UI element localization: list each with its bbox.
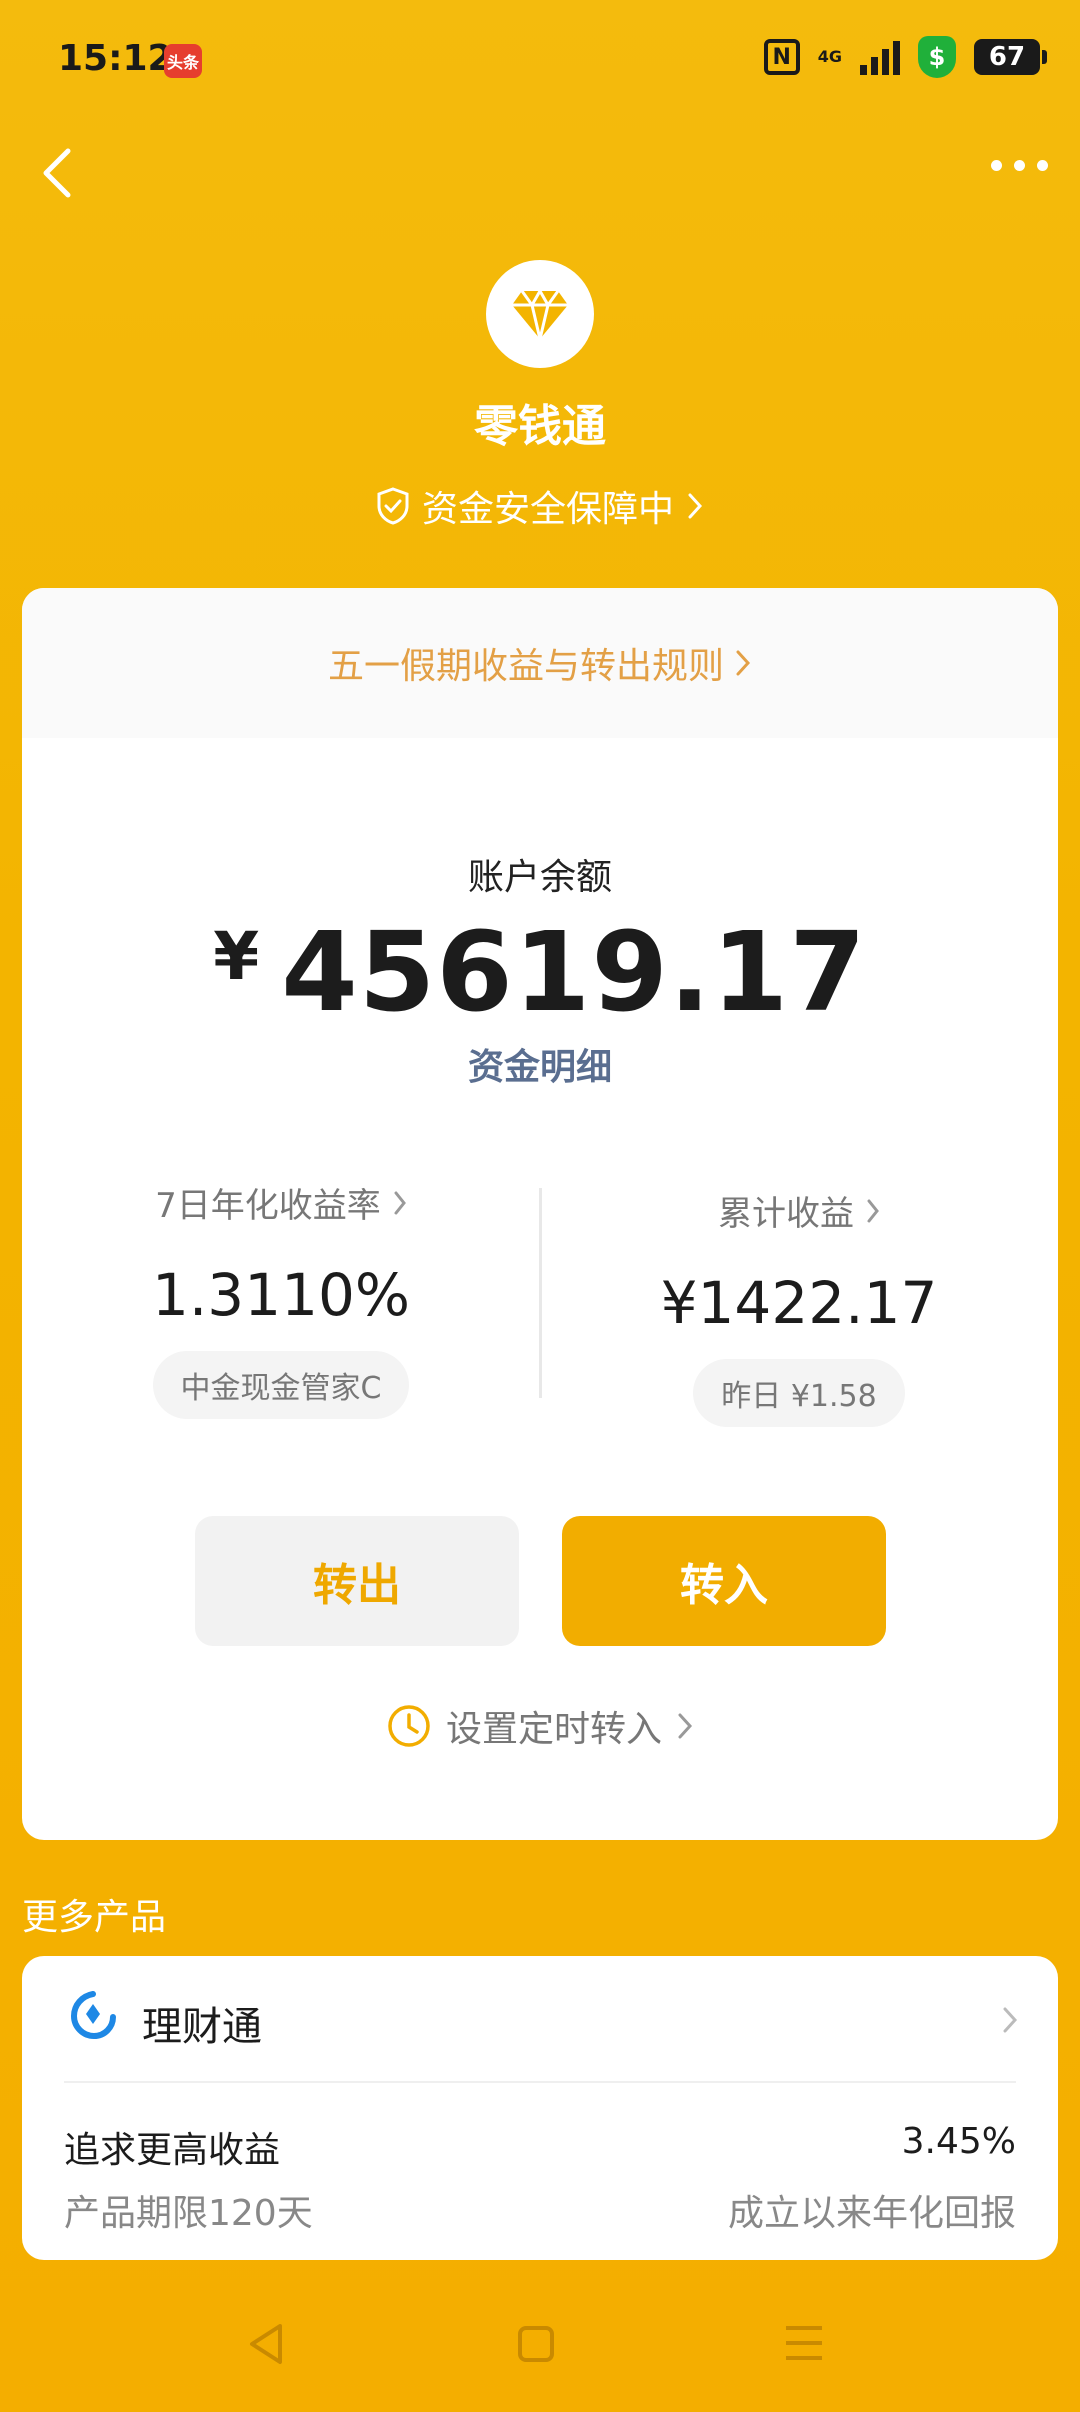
yield-label-link[interactable]: 7日年化收益率 xyxy=(22,1178,540,1227)
security-shield-icon: $ xyxy=(918,36,956,78)
clock-icon xyxy=(388,1705,430,1747)
income-stat: 累计收益 ¥1422.17 昨日 ¥1.58 xyxy=(540,1186,1058,1427)
yesterday-income-chip: 昨日 ¥1.58 xyxy=(693,1359,905,1427)
chevron-right-icon xyxy=(688,493,703,519)
schedule-text: 设置定时转入 xyxy=(445,1709,662,1750)
nav-home-icon[interactable] xyxy=(518,2326,554,2362)
nav-menu-icon[interactable] xyxy=(786,2326,822,2371)
holiday-rules-banner[interactable]: 五一假期收益与转出规则 xyxy=(22,588,1058,738)
status-icons: N 4G $ 67 xyxy=(763,36,1047,78)
currency-symbol: ¥ xyxy=(213,918,260,995)
chevron-right-icon xyxy=(394,1191,406,1214)
battery-icon: 67 xyxy=(974,39,1047,75)
network-type-label: 4G xyxy=(817,47,842,66)
income-label: 累计收益 xyxy=(718,1194,854,1234)
scheduled-transfer-link[interactable]: 设置定时转入 xyxy=(22,1700,1058,1752)
product-term: 产品期限120天 xyxy=(64,2193,313,2234)
balance-label: 账户余额 xyxy=(467,857,612,898)
shield-check-icon xyxy=(377,487,409,525)
product-return-rate: 3.45% xyxy=(901,2121,1016,2162)
yield-stat: 7日年化收益率 1.3110% 中金现金管家C xyxy=(22,1178,540,1419)
chevron-right-icon xyxy=(867,1199,879,1222)
notice-text: 五一假期收益与转出规则 xyxy=(327,646,724,687)
transfer-out-button[interactable]: 转出 xyxy=(195,1516,519,1646)
balance-value: 45619.17 xyxy=(281,908,867,1036)
security-text: 资金安全保障中 xyxy=(421,489,674,530)
nav-back-icon[interactable] xyxy=(246,2322,286,2366)
product-card-licaitong[interactable]: 理财通 追求更高收益 产品期限120天 3.45% 成立以来年化回报 xyxy=(22,1956,1058,2260)
product-divider xyxy=(64,2081,1016,2083)
transfer-in-button[interactable]: 转入 xyxy=(562,1516,886,1646)
yield-value: 1.3110% xyxy=(151,1261,411,1329)
diamond-icon xyxy=(486,260,594,368)
chevron-right-icon xyxy=(1003,2007,1018,2033)
more-dots-icon[interactable] xyxy=(991,160,1048,171)
chevron-right-icon xyxy=(678,1713,693,1739)
licaitong-logo-icon xyxy=(70,1991,116,2040)
income-label-link[interactable]: 累计收益 xyxy=(540,1186,1058,1235)
status-time: 15:12 xyxy=(58,38,173,79)
product-name: 理财通 xyxy=(142,2004,262,2050)
balance-card: 五一假期收益与转出规则 账户余额 ¥ 45619.17 资金明细 7日年化收益率… xyxy=(22,588,1058,1840)
balance-amount: ¥ 45619.17 xyxy=(22,908,1058,1036)
security-guarantee-link[interactable]: 资金安全保障中 xyxy=(0,480,1080,532)
fund-name-chip[interactable]: 中金现金管家C xyxy=(152,1351,410,1419)
chevron-right-icon xyxy=(736,650,751,676)
chevron-left-icon[interactable] xyxy=(36,145,80,201)
page-title: 零钱通 xyxy=(474,401,606,452)
signal-icon xyxy=(860,39,900,75)
more-products-title: 更多产品 xyxy=(22,1897,167,1938)
nfc-icon: N xyxy=(763,39,800,75)
yield-label: 7日年化收益率 xyxy=(155,1186,381,1226)
income-value: ¥1422.17 xyxy=(660,1269,938,1337)
fund-details-link[interactable]: 资金明细 xyxy=(22,1038,1058,1090)
product-slogan: 追求更高收益 xyxy=(64,2130,281,2171)
toutiao-badge-icon: 头条 xyxy=(164,44,202,78)
product-return-label: 成立以来年化回报 xyxy=(727,2193,1016,2234)
